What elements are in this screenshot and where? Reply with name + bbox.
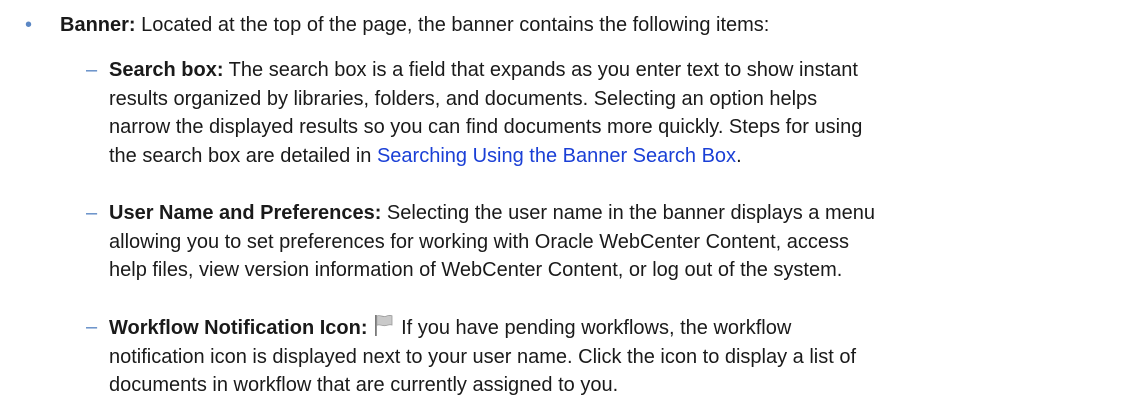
text-fragment: the search box are detailed in <box>109 144 377 167</box>
flag-icon <box>374 315 392 336</box>
text-line: User Name and Preferences: Selecting the… <box>109 199 1129 228</box>
text-line: help files, view version information of … <box>109 259 843 281</box>
text-line: narrow the displayed results so you can … <box>109 116 863 138</box>
text-line: documents in workflow that are currently… <box>109 374 619 396</box>
banner-label: Banner: <box>60 14 136 36</box>
text-line: results organized by libraries, folders,… <box>109 87 818 110</box>
search-box-label: Search box: <box>109 59 224 81</box>
text-fragment: . <box>736 144 742 167</box>
dash-icon: – <box>86 59 98 81</box>
text-line: the search box are detailed in Searching… <box>109 142 1129 171</box>
document-page: • Banner: Located at the top of the page… <box>0 0 1142 415</box>
dash-icon: – <box>86 202 98 224</box>
text-line: Search box: The search box is a field th… <box>109 56 1129 85</box>
banner-description: Banner: Located at the top of the page, … <box>60 11 1130 40</box>
text-line: notification icon is displayed next to y… <box>109 345 857 368</box>
searching-banner-search-box-link[interactable]: Searching Using the Banner Search Box <box>377 145 736 167</box>
text-line: Workflow Notification Icon: If you have … <box>109 313 1129 343</box>
text-fragment: The search box is a field that expands a… <box>223 59 858 81</box>
text-fragment: Selecting the user name in the banner di… <box>381 202 875 224</box>
text-fragment: If you have pending workflows, the workf… <box>395 317 792 339</box>
text-line: allowing you to set preferences for work… <box>109 230 849 253</box>
bullet-icon: • <box>25 14 33 36</box>
search-box-description: Search box: The search box is a field th… <box>109 56 1129 170</box>
user-name-preferences-label: User Name and Preferences: <box>109 202 382 224</box>
user-name-preferences-description: User Name and Preferences: Selecting the… <box>109 199 1129 285</box>
dash-icon: – <box>86 316 98 338</box>
workflow-notification-description: Workflow Notification Icon: If you have … <box>109 313 1129 400</box>
banner-text: Located at the top of the page, the bann… <box>135 14 770 36</box>
workflow-notification-label: Workflow Notification Icon: <box>109 317 368 339</box>
